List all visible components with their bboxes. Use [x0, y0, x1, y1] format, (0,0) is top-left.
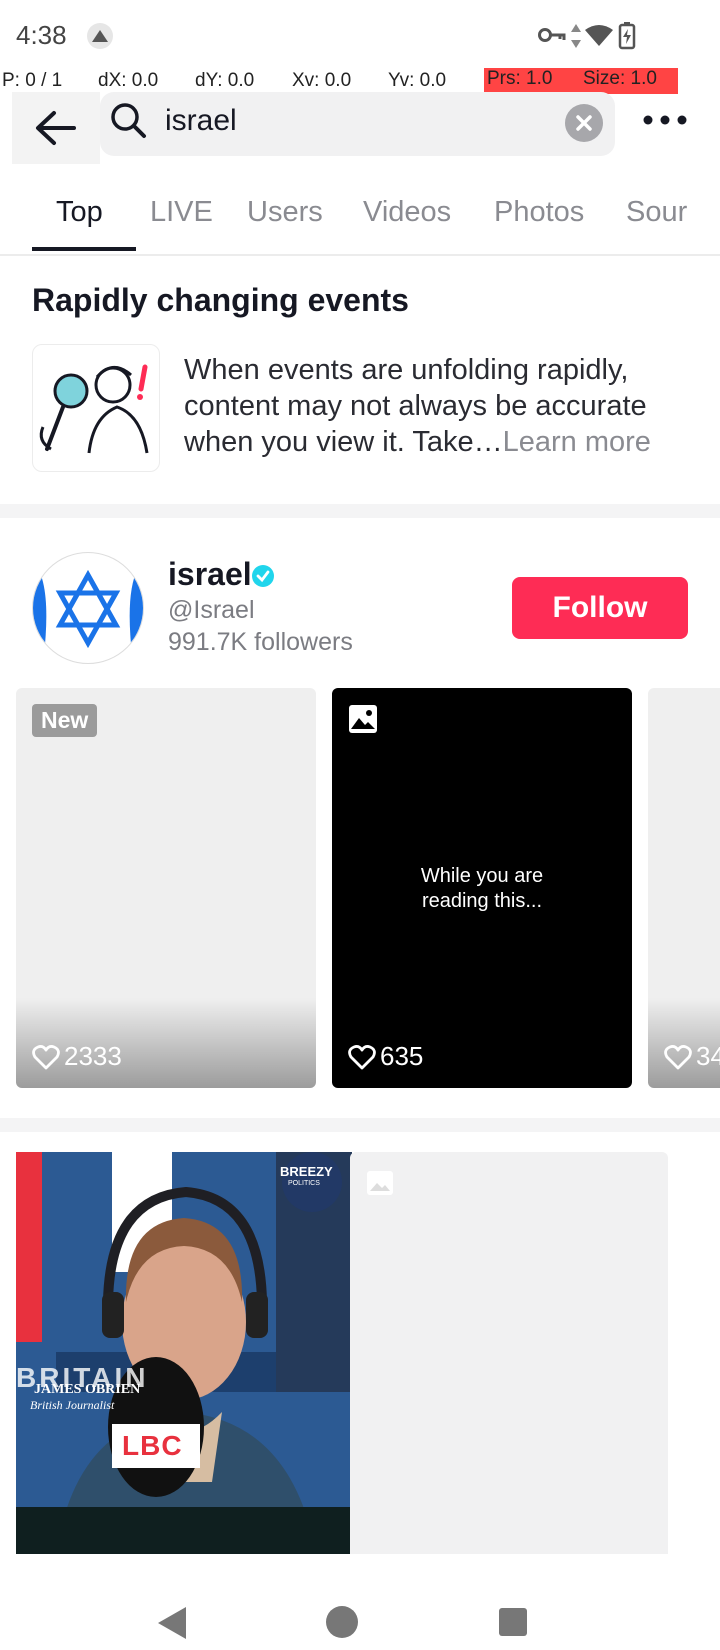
section-divider — [0, 504, 720, 518]
overlay-dx: dX: 0.0 — [98, 70, 159, 91]
follower-count: 991.7K followers — [168, 628, 353, 656]
like-count: 635 — [348, 1041, 423, 1072]
tab-users[interactable]: Users — [247, 196, 323, 229]
heart-icon — [664, 1044, 692, 1069]
video-overlay-role: British Journalist — [30, 1398, 115, 1412]
tab-live[interactable]: LIVE — [150, 196, 213, 229]
search-query: israel — [165, 104, 237, 137]
app-notification-icon — [86, 22, 114, 55]
video-caption: While you are reading this... — [420, 865, 544, 912]
verified-badge-icon — [252, 565, 274, 587]
like-count-value: 2333 — [64, 1041, 122, 1071]
notice-body: When events are unfolding rapidly, conte… — [184, 352, 694, 460]
like-count: 34 — [664, 1041, 720, 1072]
close-icon — [576, 115, 592, 131]
video-result-card[interactable]: BREEZY POLITICS BRITAIN JAMES OBRIEN Bri… — [16, 1152, 352, 1554]
overlay-size: Size: 1.0 — [580, 68, 678, 94]
follow-button[interactable]: Follow — [512, 577, 688, 639]
video-thumbnail-image — [16, 1152, 352, 1554]
search-tabs: Top LIVE Users Videos Photos Sour — [0, 180, 720, 256]
clear-search-button[interactable] — [565, 104, 603, 142]
channel-badge-subtext: POLITICS — [288, 1180, 320, 1187]
search-icon — [108, 100, 148, 145]
photo-result-card[interactable] — [350, 1152, 668, 1554]
overlay-pressure: Prs: 1.0 — [484, 68, 581, 94]
overlay-xv: Xv: 0.0 — [292, 70, 352, 91]
avatar[interactable] — [32, 552, 144, 664]
like-count: 2333 — [32, 1041, 122, 1072]
tab-photos[interactable]: Photos — [494, 196, 584, 229]
active-tab-indicator — [32, 247, 136, 251]
notice-title: Rapidly changing events — [32, 282, 409, 318]
like-count-value: 34 — [696, 1041, 720, 1071]
system-navigation-bar — [0, 1555, 720, 1650]
vpn-key-icon — [538, 26, 566, 49]
nav-recents-button[interactable] — [498, 1607, 528, 1642]
status-bar: 4:38 — [0, 0, 720, 70]
photo-post-icon — [348, 704, 378, 739]
tab-top[interactable]: Top — [56, 196, 103, 229]
battery-charging-icon — [618, 22, 636, 55]
photo-post-thumbnail[interactable]: While you are reading this... 635 — [332, 688, 632, 1088]
search-input[interactable]: israel — [100, 92, 615, 156]
circle-home-icon — [326, 1606, 358, 1638]
square-recents-icon — [499, 1608, 527, 1636]
overlay-yv: Yv: 0.0 — [388, 70, 447, 91]
overlay-pointer-count: P: 0 / 1 — [2, 70, 63, 91]
heart-icon — [32, 1044, 60, 1069]
magnifier-illustration-icon — [32, 344, 160, 472]
like-count-value: 635 — [380, 1041, 424, 1071]
more-options-button[interactable] — [640, 100, 690, 140]
nav-back-button[interactable] — [156, 1605, 190, 1646]
more-dots-icon — [643, 115, 687, 125]
arrow-left-icon — [36, 111, 76, 145]
new-badge: New — [32, 704, 98, 737]
video-thumbnail[interactable]: New 2333 — [16, 688, 316, 1088]
image-placeholder-icon — [366, 1170, 394, 1201]
video-thumbnail[interactable]: 34 — [648, 688, 720, 1088]
triangle-back-icon — [158, 1607, 186, 1639]
user-name[interactable]: israel — [168, 556, 252, 593]
learn-more-link[interactable]: Learn more — [503, 426, 651, 458]
heart-icon — [348, 1044, 376, 1069]
tab-sounds[interactable]: Sour — [626, 196, 687, 229]
section-divider — [0, 1118, 720, 1132]
nav-home-button[interactable] — [325, 1605, 359, 1644]
status-time: 4:38 — [16, 20, 67, 50]
user-handle: @Israel — [168, 596, 255, 624]
wifi-icon — [584, 22, 614, 53]
data-activity-icon — [570, 22, 582, 55]
video-overlay-name: JAMES OBRIEN — [34, 1382, 141, 1397]
mic-logo-text: LBC — [122, 1430, 183, 1461]
tab-videos[interactable]: Videos — [363, 196, 451, 229]
star-of-david-icon — [33, 561, 143, 663]
back-button[interactable] — [12, 92, 100, 164]
overlay-dy: dY: 0.0 — [195, 70, 255, 91]
channel-badge-text: BREEZY — [280, 1164, 333, 1179]
